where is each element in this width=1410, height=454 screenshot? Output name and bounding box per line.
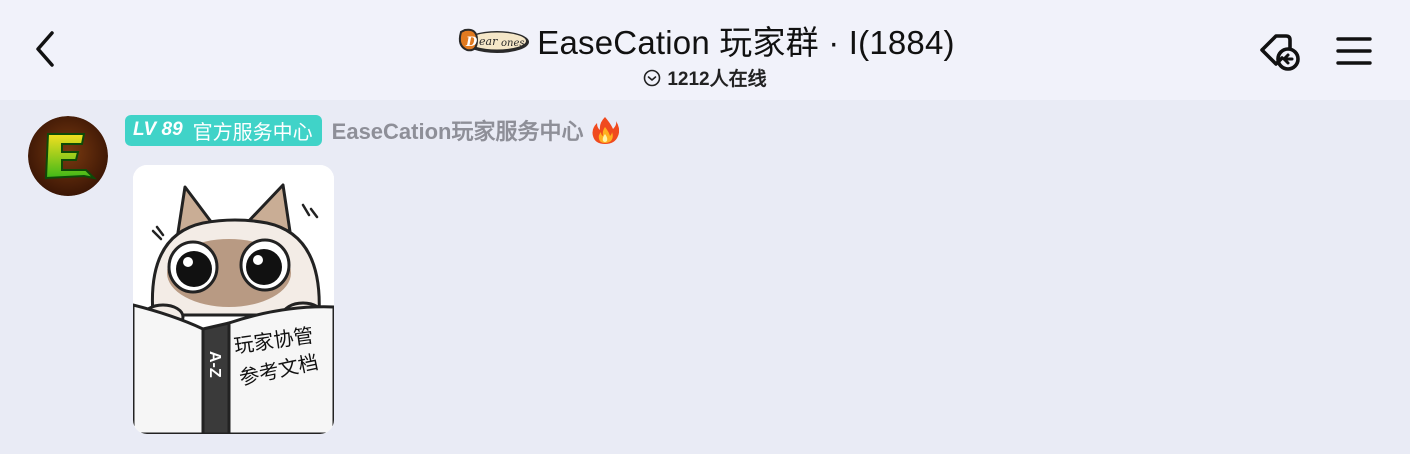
- online-count: 1212人在线: [667, 69, 767, 90]
- cat-reading-sticker: A-Z 玩家协管 参考文档: [133, 165, 334, 434]
- online-status: 1212人在线: [643, 64, 767, 91]
- group-title: EaseCation 玩家群 · I(1884): [537, 24, 955, 61]
- level-label: LV 89: [133, 119, 183, 140]
- sticker-message[interactable]: A-Z 玩家协管 参考文档: [133, 165, 334, 434]
- role-label: 官方服务中心: [192, 121, 313, 144]
- chat-header: D ear ones EaseCation 玩家群 · I(1884) 1212…: [0, 0, 1410, 100]
- sender-name[interactable]: EaseCation玩家服务中心: [332, 114, 584, 146]
- dearones-logo: D ear ones: [459, 28, 530, 53]
- fire-icon: [592, 117, 620, 144]
- book-spine-text: A-Z: [206, 351, 223, 378]
- svg-text:ear: ear: [479, 35, 498, 48]
- menu-button[interactable]: [1330, 26, 1378, 76]
- hamburger-menu-icon: [1336, 37, 1372, 65]
- group-tag-button[interactable]: [1252, 26, 1306, 76]
- svg-text:ones: ones: [501, 38, 525, 49]
- header-title-area: D ear ones EaseCation 玩家群 · I(1884) 1212…: [0, 18, 1410, 91]
- clock-icon: [644, 69, 661, 86]
- tag-link-icon: [1260, 34, 1300, 71]
- role-badge: LV 89 官方服务中心: [125, 114, 322, 146]
- svg-text:D: D: [465, 35, 478, 50]
- sender-info: LV 89 官方服务中心 EaseCation玩家服务中心: [125, 114, 620, 146]
- easecation-logo-avatar: [28, 116, 108, 196]
- sender-avatar[interactable]: [28, 116, 108, 196]
